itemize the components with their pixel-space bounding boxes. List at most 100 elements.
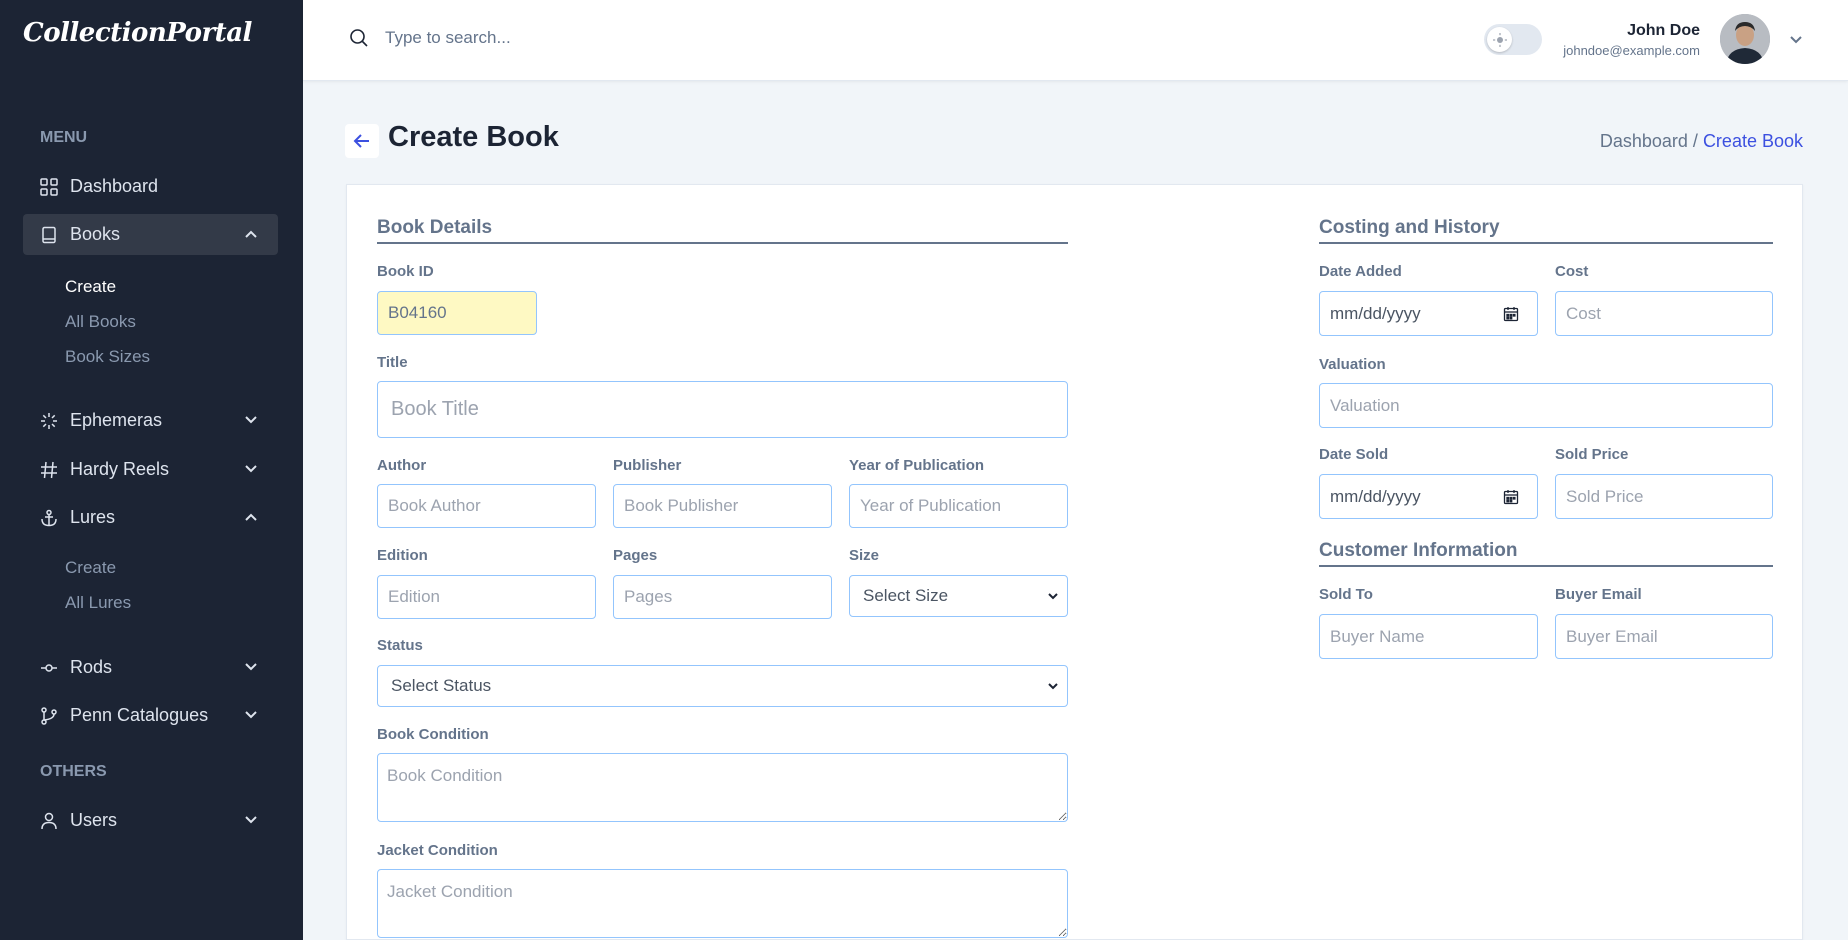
- sidebar-item-dashboard[interactable]: Dashboard: [23, 166, 278, 207]
- costing-title: Costing and History: [1319, 217, 1500, 238]
- avatar[interactable]: [1720, 14, 1770, 64]
- pages-label: Pages: [613, 547, 658, 564]
- breadcrumb-current: Create Book: [1702, 131, 1803, 151]
- others-heading: OTHERS: [40, 763, 107, 780]
- calendar-icon[interactable]: [1503, 306, 1519, 322]
- status-select[interactable]: Select Status: [377, 665, 1068, 707]
- section-divider: [377, 242, 1068, 244]
- sidebar-sub-all-books[interactable]: All Books: [65, 312, 136, 332]
- anchor-icon: [40, 509, 58, 527]
- size-select-value: Select Size: [863, 586, 949, 605]
- valuation-label: Valuation: [1319, 356, 1386, 373]
- edition-label: Edition: [377, 547, 428, 564]
- pages-field[interactable]: [613, 575, 832, 619]
- user-email: johndoe@example.com: [1563, 43, 1700, 58]
- customer-title: Customer Information: [1319, 540, 1518, 561]
- sidebar-item-lures[interactable]: Lures: [23, 497, 278, 538]
- title-label: Title: [377, 354, 408, 371]
- chevron-down-icon[interactable]: [1788, 31, 1804, 47]
- rod-icon: [40, 659, 58, 677]
- sidebar-sub-all-lures[interactable]: All Lures: [65, 593, 131, 613]
- hash-icon: [40, 461, 58, 479]
- size-select[interactable]: Select Size: [849, 575, 1068, 617]
- app-logo[interactable]: CollectionPortal: [23, 18, 252, 48]
- sidebar-item-label: Dashboard: [70, 176, 159, 196]
- sold-price-label: Sold Price: [1555, 446, 1629, 463]
- chevron-up-icon: [245, 230, 257, 238]
- cost-field[interactable]: [1555, 291, 1773, 336]
- sidebar-item-label: Lures: [70, 507, 116, 527]
- sidebar: CollectionPortal MENU Dashboard Books Cr…: [0, 0, 303, 940]
- chevron-down-icon: [1048, 593, 1058, 600]
- dark-mode-toggle[interactable]: [1484, 24, 1542, 55]
- section-divider: [1319, 242, 1773, 244]
- breadcrumb-dashboard[interactable]: Dashboard /: [1600, 131, 1698, 151]
- author-label: Author: [377, 457, 427, 474]
- search-input[interactable]: [385, 28, 685, 48]
- sidebar-item-hardy-reels[interactable]: Hardy Reels: [23, 449, 278, 490]
- sidebar-item-rods[interactable]: Rods: [23, 647, 278, 688]
- year-label: Year of Publication: [849, 457, 985, 474]
- chevron-down-icon: [245, 816, 257, 824]
- chevron-up-icon: [245, 513, 257, 521]
- sidebar-item-books[interactable]: Books: [23, 214, 278, 255]
- date-added-field[interactable]: mm/dd/yyyy: [1319, 291, 1538, 336]
- date-sold-placeholder: mm/dd/yyyy: [1330, 486, 1421, 506]
- sold-to-field[interactable]: [1319, 614, 1538, 659]
- jacket-condition-label: Jacket Condition: [377, 842, 498, 859]
- status-select-value: Select Status: [391, 676, 492, 695]
- year-field[interactable]: [849, 484, 1068, 528]
- size-label: Size: [849, 547, 880, 564]
- date-sold-field[interactable]: mm/dd/yyyy: [1319, 474, 1538, 519]
- sidebar-item-ephemeras[interactable]: Ephemeras: [23, 400, 278, 441]
- sidebar-item-penn-catalogues[interactable]: Penn Catalogues: [23, 695, 278, 736]
- edition-field[interactable]: [377, 575, 596, 619]
- top-header: John Doe johndoe@example.com: [303, 0, 1848, 81]
- status-label: Status: [377, 637, 423, 654]
- book-id-field[interactable]: [377, 291, 537, 335]
- page-title: Create Book: [388, 121, 559, 153]
- create-book-form: Book Details Book ID Title Author Publis…: [346, 184, 1803, 940]
- chevron-down-icon: [245, 465, 257, 473]
- back-button[interactable]: [345, 124, 379, 158]
- book-details-title: Book Details: [377, 217, 493, 238]
- arrow-left-icon: [353, 134, 369, 148]
- calendar-icon[interactable]: [1503, 489, 1519, 505]
- title-field[interactable]: [377, 381, 1068, 438]
- branch-icon: [40, 706, 58, 725]
- avatar-image: [1720, 14, 1770, 64]
- chevron-down-icon: [1048, 683, 1058, 690]
- dashboard-grid-icon: [40, 177, 58, 196]
- buyer-email-label: Buyer Email: [1555, 586, 1642, 603]
- sidebar-item-label: Hardy Reels: [70, 459, 170, 479]
- sidebar-sub-book-sizes[interactable]: Book Sizes: [65, 347, 150, 367]
- search-bar: [349, 28, 685, 48]
- sidebar-item-label: Books: [70, 224, 121, 244]
- book-id-label: Book ID: [377, 263, 434, 280]
- menu-heading: MENU: [40, 129, 88, 146]
- sidebar-item-label: Penn Catalogues: [70, 705, 209, 725]
- book-condition-field[interactable]: [377, 753, 1068, 822]
- sold-price-field[interactable]: [1555, 474, 1773, 519]
- toggle-knob: [1487, 27, 1512, 52]
- valuation-field[interactable]: [1319, 383, 1773, 428]
- author-field[interactable]: [377, 484, 596, 528]
- sun-icon: [1492, 32, 1507, 47]
- breadcrumb: Dashboard / Create Book: [1600, 131, 1803, 152]
- book-condition-label: Book Condition: [377, 726, 489, 743]
- user-icon: [40, 812, 58, 830]
- chevron-down-icon: [245, 663, 257, 671]
- date-added-placeholder: mm/dd/yyyy: [1330, 303, 1421, 323]
- sidebar-sub-lures-create[interactable]: Create: [65, 558, 116, 578]
- sidebar-sub-books-create[interactable]: Create: [65, 277, 116, 297]
- date-added-label: Date Added: [1319, 263, 1402, 280]
- sidebar-item-label: Rods: [70, 657, 113, 677]
- publisher-field[interactable]: [613, 484, 832, 528]
- search-icon[interactable]: [349, 28, 369, 48]
- buyer-email-field[interactable]: [1555, 614, 1773, 659]
- cost-label: Cost: [1555, 263, 1589, 280]
- jacket-condition-field[interactable]: [377, 869, 1068, 938]
- sidebar-item-users[interactable]: Users: [23, 800, 278, 841]
- user-name[interactable]: John Doe: [1627, 22, 1700, 40]
- sidebar-item-label: Ephemeras: [70, 410, 163, 430]
